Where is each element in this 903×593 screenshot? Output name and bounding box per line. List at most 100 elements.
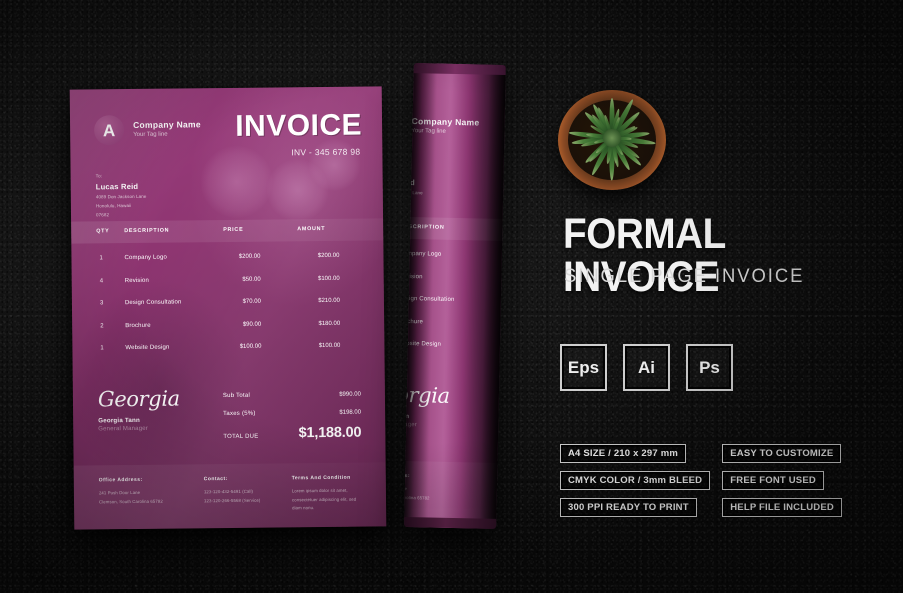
cell-description: Company Logo (404, 250, 442, 258)
bill-to-address: 4089 Don Jackson Lane Honolulu, Hawaii (404, 188, 423, 207)
feature-badge: CMYK COLOR / 3mm BLEED (560, 471, 711, 490)
table-row: 1 Company Logo $200.00 $200.00 (71, 248, 383, 274)
invoice-sheet-flat: A Company Name Your Tag line INVOICE INV… (69, 86, 387, 530)
footer-text: Lorem ipsum dolor sit amet, consectetuer… (291, 487, 357, 511)
cell-qty: 1 (99, 255, 103, 262)
cell-price: $100.00 (239, 343, 262, 350)
feature-badge: EASY TO CUSTOMIZE (722, 444, 842, 463)
cell-description: Revision (124, 277, 149, 284)
footer-text: 241 Push Door Lane Clemson, South Caroli… (404, 485, 430, 501)
signature-role: General Manager (98, 425, 148, 433)
footer-office-address: Office Address: 241 Push Door Lane Clems… (99, 477, 163, 507)
signature-block: Georgia Georgia Tann General Manager (404, 382, 450, 429)
invoice-number: INV - 345 678 98 (291, 146, 361, 158)
company-tagline: Your Tag line (133, 131, 168, 138)
total-row-subtotal: Sub Total $990.00 (223, 389, 363, 408)
cell-amount: $200.00 (317, 252, 340, 260)
address-line: 4089 Don Jackson Lane (95, 193, 147, 200)
product-mockup-canvas: A Company Name Your Tag line INVOICE INV… (0, 0, 903, 593)
footer-heading: Terms And Condition (291, 474, 351, 482)
cell-description: Revision (404, 273, 423, 280)
bokeh-highlight (200, 145, 274, 219)
column-header-description: DESCRIPTION (404, 223, 445, 231)
cell-description: Company Logo (124, 254, 168, 262)
footer-office-address: Office Address: 241 Push Door Lane Clems… (404, 472, 430, 503)
line-items-table-header: QTY DESCRIPTION PRICE AMOUNT (71, 218, 384, 244)
plant-center (603, 129, 621, 147)
footer-heading: Contact: (203, 476, 228, 483)
company-logo-icon: A (93, 115, 125, 146)
table-row: 1 Website Design (404, 336, 506, 365)
bill-to-address: 4089 Don Jackson Lane Honolulu, Hawaii 0… (96, 193, 147, 220)
table-row: 2 Brochure $90.00 $180.00 (72, 316, 384, 342)
total-row-taxes: Taxes (5%) $198.00 (223, 407, 363, 426)
feature-badge: 300 PPI READY TO PRINT (560, 498, 697, 517)
roll-bottom-edge (404, 516, 497, 529)
roll-top-edge (413, 63, 506, 76)
total-value: $1,188.00 (298, 424, 362, 442)
footer-heading: Office Address: (98, 476, 143, 484)
cell-price: $50.00 (242, 276, 261, 283)
rolled-content-clip: A Company Name Your Tag line Lucas Reid … (404, 84, 506, 529)
cell-qty: 1 (100, 345, 104, 352)
signature-script: Georgia (404, 382, 450, 408)
total-value: $990.00 (339, 391, 361, 398)
file-format-badges: Eps Ai Ps (560, 344, 733, 391)
cell-price: $200.00 (238, 253, 261, 260)
format-badge-eps: Eps (560, 344, 607, 391)
invoice-title: INVOICE (235, 108, 363, 143)
cell-description: Brochure (125, 322, 151, 329)
bill-to-name: Lucas Reid (404, 177, 415, 188)
rolled-invoice-content: A Company Name Your Tag line Lucas Reid … (404, 84, 506, 529)
table-row: 1 Website Design $100.00 $100.00 (72, 338, 384, 364)
cell-amount: $180.00 (318, 320, 341, 327)
column-header-price: PRICE (223, 226, 244, 234)
format-badge-ps: Ps (686, 344, 733, 391)
cell-amount: $100.00 (317, 275, 340, 282)
footer-contact: Contact: 123-120-432-5491 (Call) 123-120… (204, 476, 261, 506)
cell-qty: 2 (100, 322, 104, 329)
cell-description: Website Design (404, 340, 442, 348)
signature-name: Georgia Tann (98, 416, 141, 425)
footer-terms: Terms And Condition Lorem ipsum dolor si… (292, 475, 366, 514)
total-label: TOTAL DUE (223, 433, 259, 441)
signature-script: Georgia (97, 386, 180, 412)
invoice-brand-header: A Company Name Your Tag line (93, 114, 201, 146)
line-items-table-body: 1 Company Logo 4 Revision 3 Design Consu… (404, 246, 506, 365)
line-items-table-header: QTY DESCRIPTION (404, 215, 506, 245)
table-row: 3 Design Consultation $70.00 $210.00 (72, 293, 384, 319)
company-name: Company Name (133, 119, 201, 131)
table-row: 4 Revision $50.00 $100.00 (72, 271, 384, 297)
line-items-table-body: 1 Company Logo $200.00 $200.00 4 Revisio… (71, 248, 384, 364)
signature-name: Georgia Tann (404, 412, 410, 421)
page-subtitle: SINGLE PAGE INVOICE (564, 266, 805, 287)
totals-block: Sub Total $990.00 Taxes (5%) $198.00 TOT… (223, 389, 364, 444)
succulent-plant-icon (556, 84, 668, 192)
footer-text: 123-120-432-5491 (Call) 123-120-266-5568… (203, 488, 261, 503)
feature-badge: HELP FILE INCLUDED (722, 498, 842, 517)
total-label: Taxes (5%) (223, 410, 256, 418)
bill-to-label: To: (95, 173, 103, 179)
cell-price: $70.00 (242, 298, 261, 305)
column-header-description: DESCRIPTION (124, 227, 170, 235)
address-line: Honolulu, Hawaii (404, 198, 408, 204)
company-tagline: Your Tag line (411, 127, 446, 135)
bill-to-name: Lucas Reid (95, 181, 139, 192)
address-line: 4089 Don Jackson Lane (404, 189, 423, 196)
footer-text: 241 Push Door Lane Clemson, South Caroli… (98, 489, 163, 504)
feature-badge-list: A4 SIZE / 210 x 297 mm EASY TO CUSTOMIZE… (560, 444, 890, 517)
column-header-qty: QTY (96, 228, 110, 235)
cell-description: Design Consultation (404, 295, 455, 303)
cell-description: Website Design (125, 344, 170, 352)
company-name: Company Name (411, 116, 480, 128)
signature-role: General Manager (404, 421, 418, 429)
total-value: $198.00 (339, 409, 362, 416)
invoice-footer: Office Address: 241 Push Door Lane Clems… (73, 462, 387, 530)
footer-heading: Office Address: (404, 472, 411, 480)
cell-amount: $210.00 (318, 297, 340, 305)
address-line: 07682 (95, 211, 110, 217)
signature-block: Georgia Georgia Tann General Manager (97, 386, 180, 433)
invoice-sheet-rolled: A Company Name Your Tag line Lucas Reid … (404, 63, 506, 529)
cell-price: $90.00 (242, 321, 262, 328)
bokeh-highlight (266, 158, 330, 222)
